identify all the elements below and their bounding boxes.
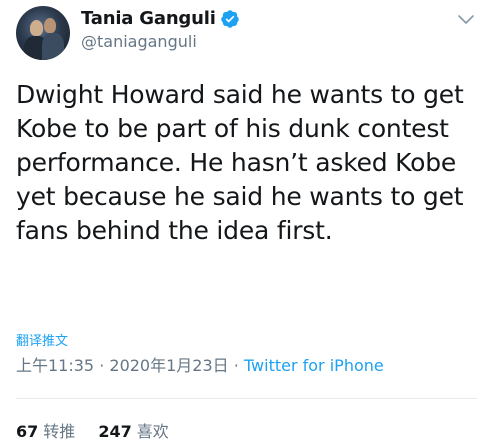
avatar[interactable] <box>16 6 70 60</box>
tweet-time[interactable]: 上午11:35 <box>16 356 94 375</box>
meta-separator: · <box>94 356 110 375</box>
author-name-row: Tania Ganguli <box>81 8 240 29</box>
author-handle[interactable]: @taniaganguli <box>81 32 240 51</box>
retweets-stat[interactable]: 67 转推 <box>16 422 75 441</box>
retweets-label: 转推 <box>43 422 76 441</box>
meta-separator: · <box>228 356 244 375</box>
tweet-header: Tania Ganguli @taniaganguli <box>16 6 240 60</box>
likes-count: 247 <box>98 422 132 441</box>
likes-stat[interactable]: 247 喜欢 <box>98 422 168 441</box>
likes-label: 喜欢 <box>136 422 169 441</box>
author-info: Tania Ganguli @taniaganguli <box>81 8 240 51</box>
verified-badge-icon <box>220 9 240 29</box>
tweet-card: Tania Ganguli @taniaganguli Dwight Howar… <box>0 0 493 446</box>
author-display-name[interactable]: Tania Ganguli <box>81 8 216 29</box>
chevron-down-icon[interactable] <box>455 12 477 28</box>
tweet-metadata: 上午11:35 · 2020年1月23日 · Twitter for iPhon… <box>16 352 384 376</box>
tweet-stats: 67 转推 247 喜欢 <box>16 418 169 442</box>
divider <box>16 398 477 399</box>
translate-tweet-link[interactable]: 翻译推文 <box>16 330 68 349</box>
tweet-date[interactable]: 2020年1月23日 <box>109 356 228 375</box>
retweets-count: 67 <box>16 422 39 441</box>
tweet-source-link[interactable]: Twitter for iPhone <box>244 356 384 375</box>
tweet-text: Dwight Howard said he wants to get Kobe … <box>16 80 464 245</box>
